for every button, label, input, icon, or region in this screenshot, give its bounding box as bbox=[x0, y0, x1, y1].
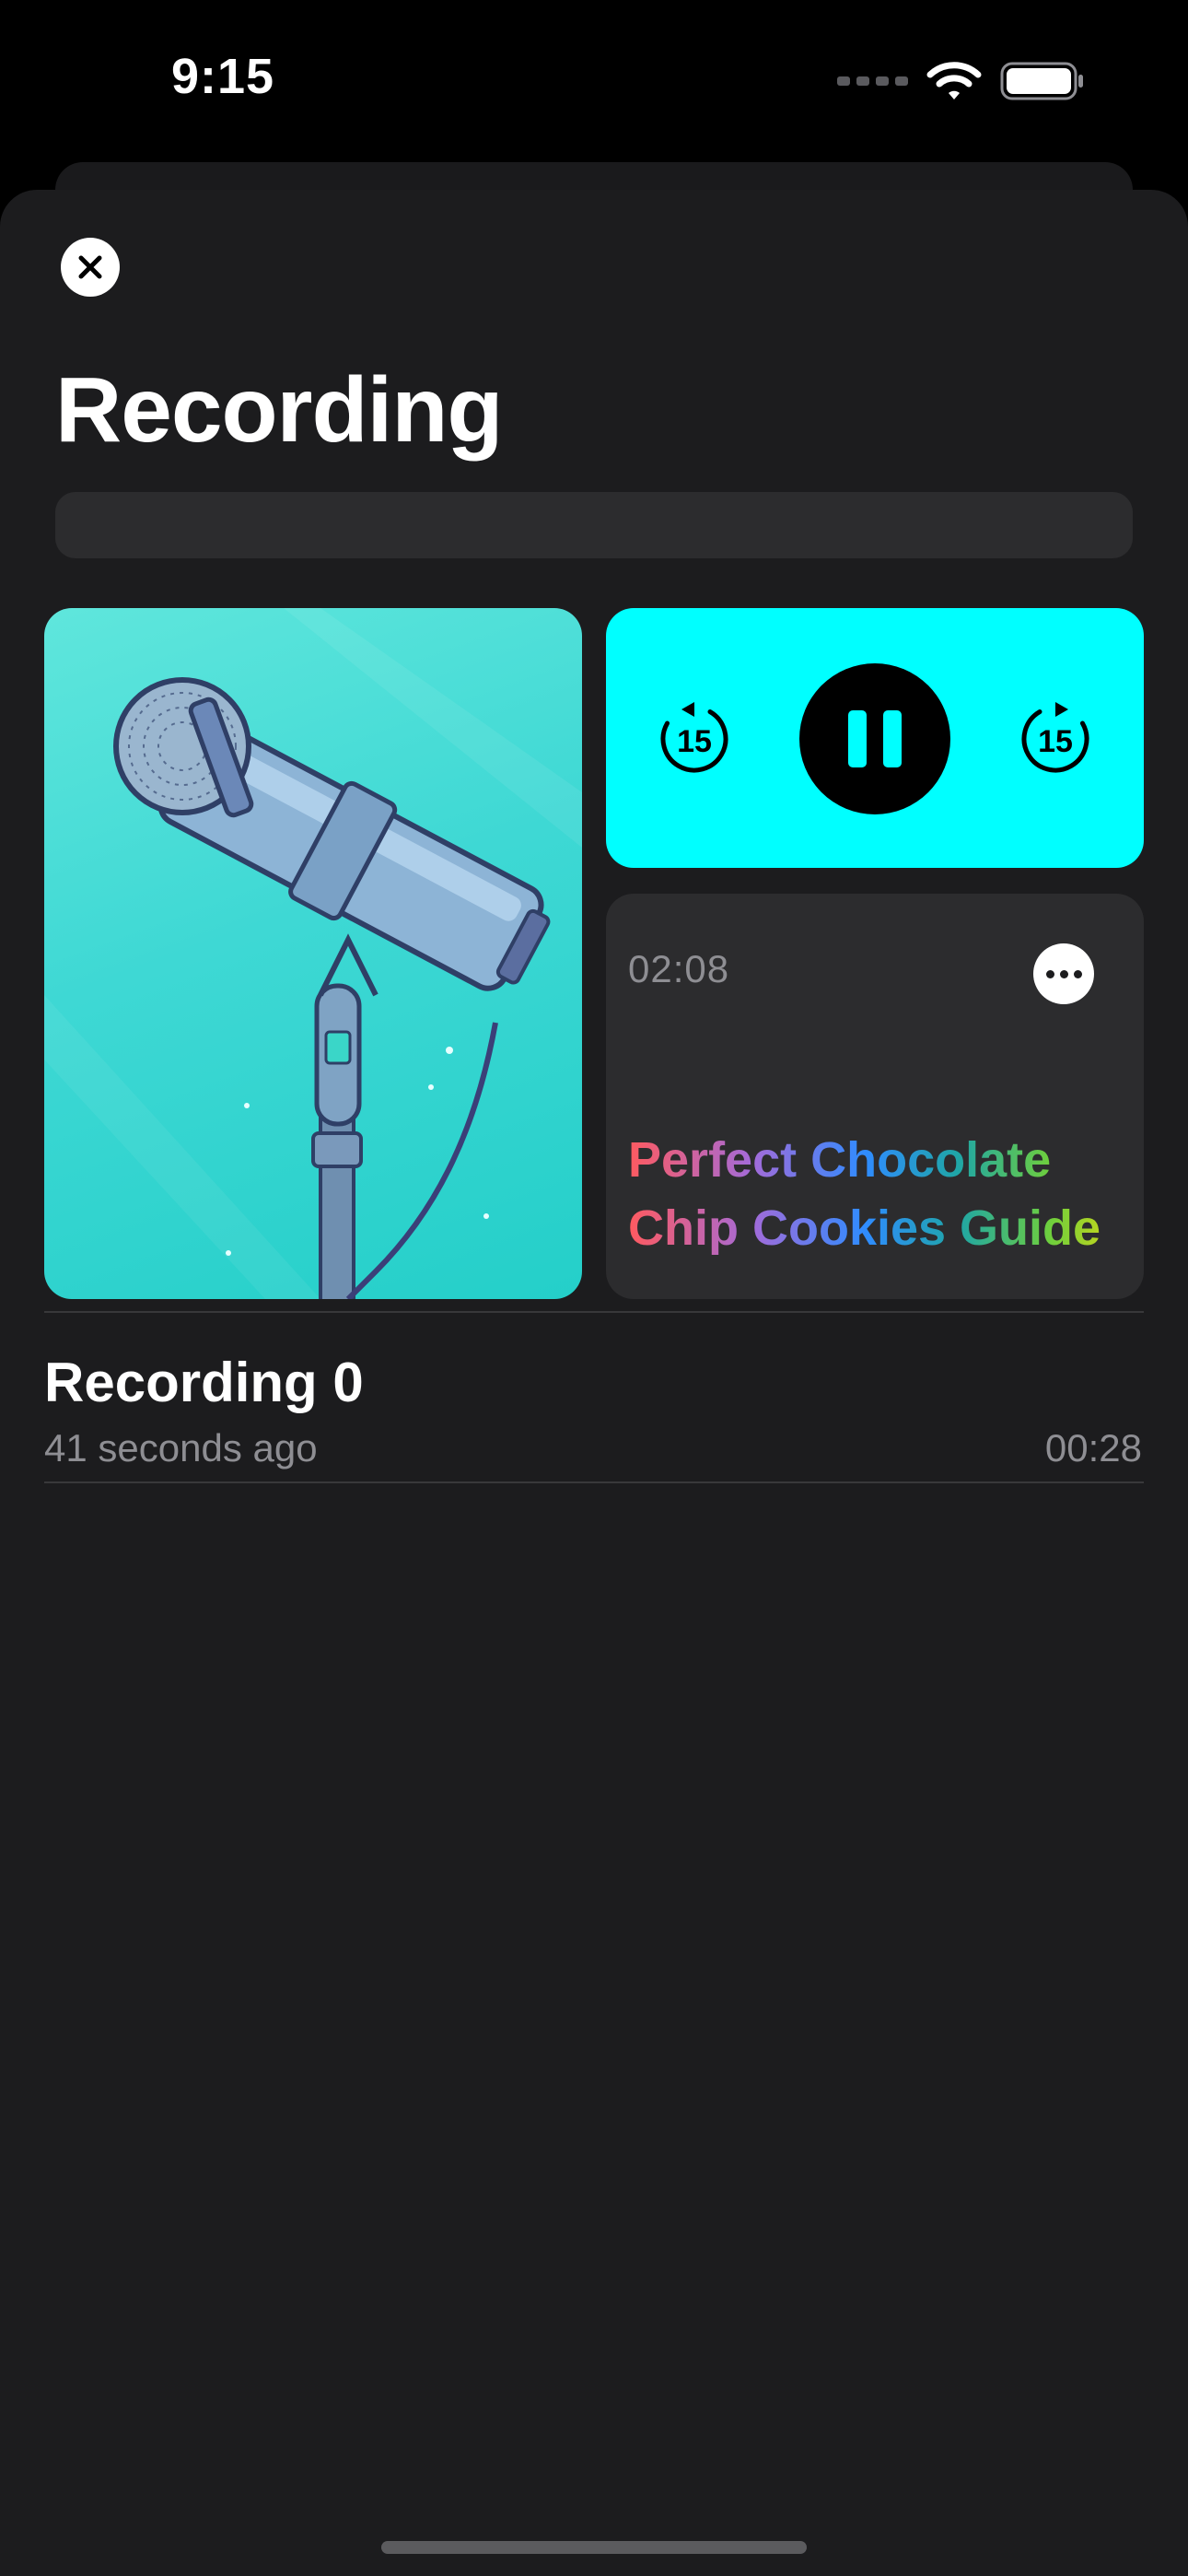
artwork-image bbox=[44, 608, 582, 1299]
page-title: Recording bbox=[55, 358, 503, 462]
more-options-button[interactable] bbox=[1033, 943, 1094, 1004]
search-bar[interactable] bbox=[55, 492, 1133, 558]
ellipsis-icon bbox=[1045, 969, 1054, 978]
status-icons bbox=[837, 57, 1085, 105]
skip-forward-15-icon: 15 bbox=[1021, 702, 1089, 773]
close-icon bbox=[78, 255, 102, 279]
elapsed-time: 02:08 bbox=[628, 947, 730, 990]
playback-controls: 15 15 bbox=[606, 608, 1144, 868]
divider bbox=[44, 1481, 1144, 1483]
skip-back-15-icon: 15 bbox=[660, 702, 728, 773]
divider bbox=[44, 1311, 1144, 1313]
battery-icon bbox=[1000, 62, 1083, 100]
pause-icon bbox=[848, 710, 867, 767]
skip-forward-button[interactable]: 15 bbox=[1015, 698, 1096, 779]
skip-back-button[interactable]: 15 bbox=[654, 698, 735, 779]
cellular-signal-icon bbox=[837, 76, 908, 86]
microphone-illustration bbox=[44, 608, 582, 1299]
now-playing-card[interactable]: 02:08 Perfect Chocolate Chip Cookies Gui… bbox=[606, 894, 1144, 1299]
recording-duration: 00:28 bbox=[1044, 1426, 1142, 1469]
recording-title: Recording 0 bbox=[44, 1352, 364, 1413]
skip-back-label: 15 bbox=[677, 724, 712, 759]
wifi-icon bbox=[926, 62, 982, 100]
recording-timestamp: 41 seconds ago bbox=[44, 1426, 318, 1469]
status-time: 9:15 bbox=[171, 49, 275, 104]
pause-button[interactable] bbox=[799, 663, 950, 814]
skip-forward-label: 15 bbox=[1038, 724, 1073, 759]
episode-title: Perfect Chocolate Chip Cookies Guide bbox=[628, 1126, 1144, 1262]
home-indicator[interactable] bbox=[381, 2541, 807, 2554]
close-button[interactable] bbox=[61, 238, 120, 297]
